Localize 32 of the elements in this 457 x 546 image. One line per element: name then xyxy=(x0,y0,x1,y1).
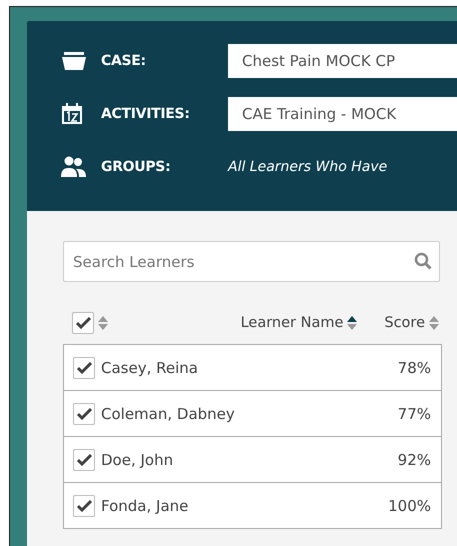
check-icon xyxy=(76,362,92,374)
dropdown[interactable]: CAE Training - MOCK xyxy=(228,97,457,131)
dropdown[interactable]: Chest Pain MOCK CP xyxy=(228,44,457,78)
column-header[interactable]: Learner Name xyxy=(240,315,344,331)
search-field[interactable]: Search Learners xyxy=(63,241,440,282)
folder-icon xyxy=(61,51,87,71)
learner-name: Fonda, Jane xyxy=(101,496,188,514)
sort-icon[interactable] xyxy=(346,315,358,331)
check-icon xyxy=(76,408,92,420)
score: 78% xyxy=(398,358,431,376)
filter-label: ACTIVITIES: xyxy=(101,106,191,122)
row-checkbox[interactable] xyxy=(73,494,95,516)
search-icon[interactable] xyxy=(414,252,432,270)
check-icon xyxy=(76,317,90,329)
learner-name: Coleman, Dabney xyxy=(101,404,235,422)
check-icon xyxy=(76,500,92,512)
select-all-checkbox[interactable] xyxy=(72,312,94,334)
learner-name: Casey, Reina xyxy=(101,358,198,376)
learner-name: Doe, John xyxy=(101,450,174,468)
users-icon xyxy=(61,156,87,178)
group-text: All Learners Who Have xyxy=(228,159,388,175)
row-checkbox[interactable] xyxy=(73,448,95,470)
row-checkbox[interactable] xyxy=(73,402,95,424)
column-header[interactable]: Score xyxy=(384,315,425,331)
calendar-icon xyxy=(61,103,83,125)
check-icon xyxy=(76,454,92,466)
score: 92% xyxy=(398,450,431,468)
score: 100% xyxy=(388,496,431,514)
score: 77% xyxy=(398,404,431,422)
row-checkbox[interactable] xyxy=(73,356,95,378)
filter-label: CASE: xyxy=(101,53,147,69)
filter-label: GROUPS: xyxy=(101,159,172,175)
